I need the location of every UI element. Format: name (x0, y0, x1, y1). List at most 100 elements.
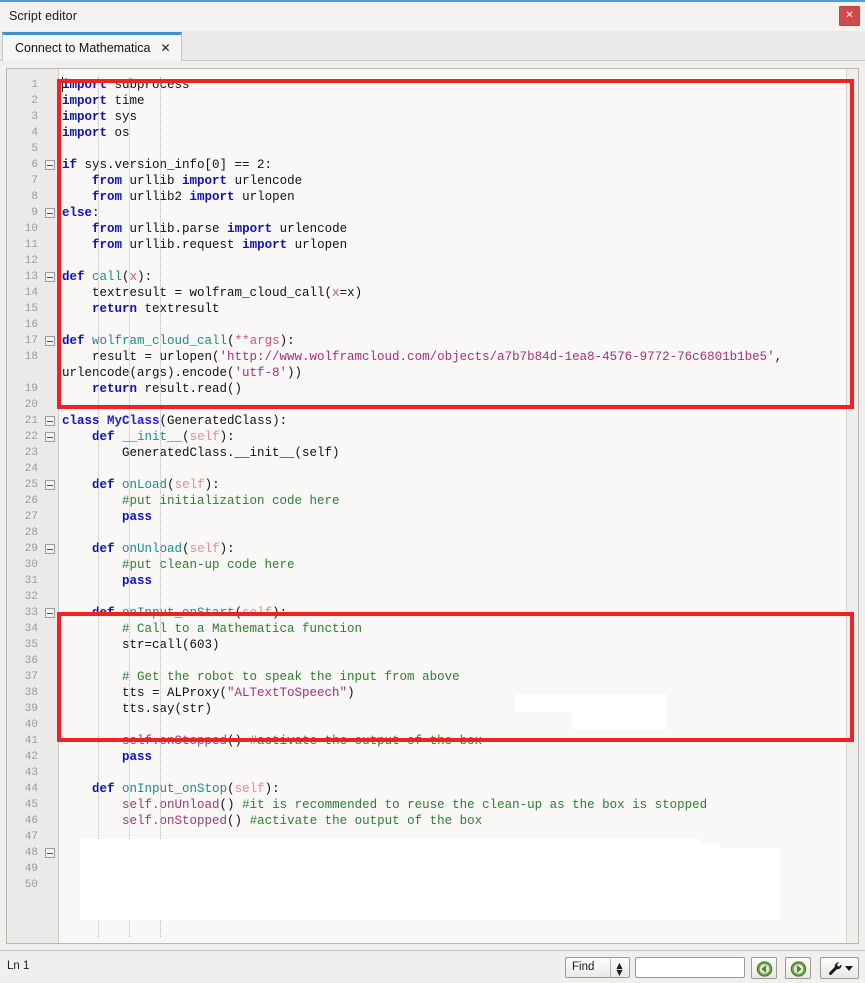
code-line[interactable]: pass (60, 749, 846, 765)
code-surface[interactable]: import subprocess import time import sys im… (60, 69, 846, 943)
code-token: #put initialization code here (122, 494, 340, 508)
fold-toggle-icon[interactable] (45, 608, 55, 618)
fold-toggle-icon[interactable] (45, 432, 55, 442)
code-line[interactable]: return result.read() (60, 381, 846, 397)
code-line[interactable]: def wolfram_cloud_call(**args): (60, 333, 846, 349)
fold-toggle-icon[interactable] (45, 272, 55, 282)
close-icon: ✕ (845, 10, 854, 21)
code-line[interactable]: str=call(603) (60, 637, 846, 653)
code-line[interactable]: import subprocess (60, 77, 846, 93)
code-line[interactable] (60, 765, 846, 781)
tools-button[interactable] (820, 957, 859, 979)
fold-toggle-icon[interactable] (45, 848, 55, 858)
code-line[interactable]: if sys.version_info[0] == 2: (60, 157, 846, 173)
code-token: ): (137, 270, 153, 284)
title-bar: Script editor ✕ (0, 2, 865, 31)
editor-scrollbar[interactable] (846, 69, 858, 943)
code-line[interactable]: self.onStopped() #activate the output of… (60, 733, 846, 749)
code-line[interactable] (60, 845, 846, 861)
code-token: self (189, 430, 220, 444)
find-mode-label: Find (572, 961, 595, 973)
code-line[interactable]: def onInput_onStop(self): (60, 781, 846, 797)
code-line[interactable]: import time (60, 93, 846, 109)
fold-toggle-icon[interactable] (45, 480, 55, 490)
spinner-arrows-icon[interactable]: ▲ ▼ (614, 960, 625, 977)
tab-connect-to-mathematica[interactable]: Connect to Mathematica ✕ (2, 32, 182, 61)
code-line[interactable] (60, 877, 846, 893)
code-line[interactable]: def __init__(self): (60, 429, 846, 445)
code-line[interactable]: self.onUnload() #it is recommended to re… (60, 797, 846, 813)
code-line[interactable] (60, 397, 846, 413)
code-line[interactable] (60, 653, 846, 669)
code-line[interactable]: def onUnload(self): (60, 541, 846, 557)
code-token: : (92, 206, 100, 220)
line-number: 43 (24, 767, 38, 779)
code-line[interactable]: from urllib2 import urlopen (60, 189, 846, 205)
code-token: pass (122, 510, 153, 524)
line-number: 28 (24, 527, 38, 539)
code-line[interactable]: pass (60, 509, 846, 525)
code-line[interactable]: tts.say(str) (60, 701, 846, 717)
code-line[interactable] (60, 829, 846, 845)
code-line[interactable]: result = urlopen('http://www.wolframclou… (60, 349, 846, 365)
code-line[interactable]: #put clean-up code here (60, 557, 846, 573)
close-button[interactable]: ✕ (839, 6, 860, 26)
code-line[interactable] (60, 461, 846, 477)
code-line[interactable]: def onLoad(self): (60, 477, 846, 493)
fold-toggle-icon[interactable] (45, 336, 55, 346)
code-line[interactable]: textresult = wolfram_cloud_call(x=x) (60, 285, 846, 301)
fold-toggle-icon[interactable] (45, 544, 55, 554)
code-line[interactable]: import os (60, 125, 846, 141)
code-line[interactable]: from urllib.request import urlopen (60, 237, 846, 253)
code-line[interactable]: def call(x): (60, 269, 846, 285)
code-line[interactable]: return textresult (60, 301, 846, 317)
find-next-button[interactable] (785, 957, 811, 979)
code-token: self (174, 478, 205, 492)
code-line[interactable]: else: (60, 205, 846, 221)
find-input[interactable] (635, 957, 745, 978)
code-token: return (92, 382, 138, 396)
code-line[interactable]: from urllib import urlencode (60, 173, 846, 189)
code-token: ( (227, 782, 235, 796)
find-previous-button[interactable] (751, 957, 777, 979)
code-line[interactable] (60, 253, 846, 269)
code-content: import subprocess import time import sys im… (60, 69, 846, 893)
code-line[interactable]: def onInput_onStart(self): (60, 605, 846, 621)
code-line[interactable] (60, 317, 846, 333)
code-token: GeneratedClass.__init__(self) (62, 446, 340, 460)
code-line[interactable]: # Get the robot to speak the input from … (60, 669, 846, 685)
code-token: sys (107, 110, 138, 124)
code-line[interactable] (60, 717, 846, 733)
code-token: time (107, 94, 145, 108)
code-line[interactable]: urlencode(args).encode('utf-8')) (60, 365, 846, 381)
fold-toggle-icon[interactable] (45, 416, 55, 426)
line-number: 2 (31, 95, 38, 107)
code-line[interactable]: pass (60, 573, 846, 589)
code-line[interactable]: self.onStopped() #activate the output of… (60, 813, 846, 829)
line-number: 44 (24, 783, 38, 795)
tab-close-icon[interactable]: ✕ (161, 42, 171, 54)
code-line[interactable]: from urllib.parse import urlencode (60, 221, 846, 237)
fold-toggle-icon[interactable] (45, 160, 55, 170)
fold-toggle-icon[interactable] (45, 208, 55, 218)
code-editor[interactable]: 1 2 3 4 5 6 7 8 9 10 11 12 13 14 15 16 17 18 19 20 21 22 23 24 2… (6, 68, 859, 944)
line-number: 24 (24, 463, 38, 475)
code-line[interactable]: class MyClass(GeneratedClass): (60, 413, 846, 429)
code-token: def (92, 542, 115, 556)
code-line[interactable]: import sys (60, 109, 846, 125)
code-line[interactable] (60, 525, 846, 541)
line-number: 22 (7, 429, 58, 445)
find-mode-select[interactable]: Find ▲ ▼ (565, 957, 630, 978)
code-line[interactable] (60, 861, 846, 877)
code-line[interactable]: GeneratedClass.__init__(self) (60, 445, 846, 461)
code-token: urllib.request (122, 238, 243, 252)
code-line[interactable]: # Call to a Mathematica function (60, 621, 846, 637)
code-token: () (219, 798, 243, 812)
code-token: **args (234, 334, 280, 348)
code-line[interactable] (60, 589, 846, 605)
code-line[interactable]: tts = ALProxy("ALTextToSpeech") (60, 685, 846, 701)
code-line[interactable] (60, 141, 846, 157)
code-line[interactable]: #put initialization code here (60, 493, 846, 509)
